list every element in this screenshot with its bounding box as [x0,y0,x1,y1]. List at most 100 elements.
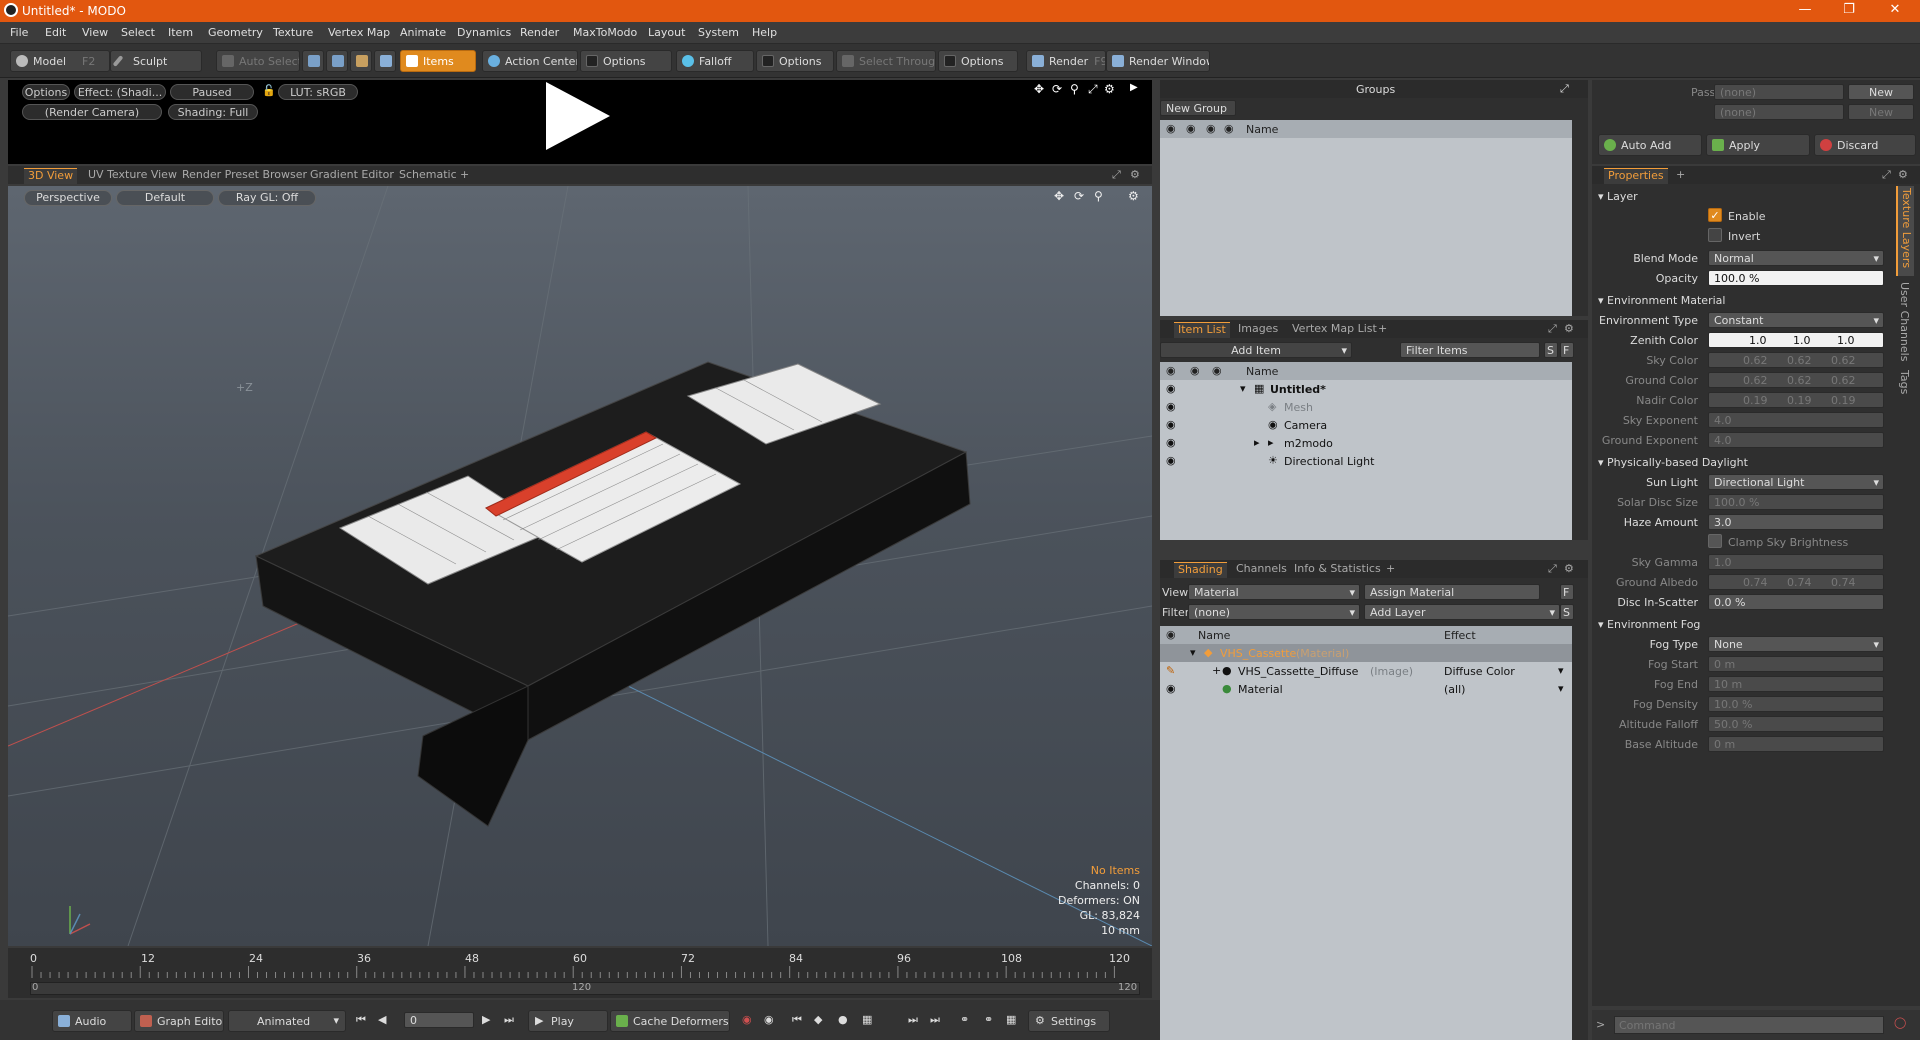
prev-key-icon[interactable]: ◀ [378,1013,386,1026]
add-tab-icon[interactable]: + [456,168,473,184]
shader-name-column[interactable]: Name [1198,629,1230,642]
render-preview[interactable]: Options Effect: (Shadi... Paused 🔓 LUT: … [8,80,1152,164]
render-button[interactable]: Render F9 [1026,50,1106,72]
close-icon[interactable]: ✕ [1880,2,1910,17]
key-mode-icon[interactable]: ▦ [862,1013,872,1026]
menu-select[interactable]: Select [121,26,155,39]
menu-layout[interactable]: Layout [648,26,685,39]
record-key-icon[interactable]: ◉ [742,1013,752,1026]
action-center-button[interactable]: Action Center [482,50,578,72]
list-item[interactable]: ◉ ◈ Mesh [1160,398,1572,416]
layer-section[interactable]: ▾ Layer [1598,190,1638,203]
disc-inscatter-field[interactable]: 0.0 % [1708,594,1884,610]
table-row[interactable]: ✎ + ● VHS_Cassette_Diffuse (Image) Diffu… [1160,662,1572,680]
add-tab-icon[interactable]: + [1374,322,1391,338]
record-icon[interactable]: ◯ [1894,1016,1906,1029]
lock-icon[interactable]: 🔓 [262,84,276,97]
altitude-falloff-field[interactable]: 50.0 % [1708,716,1884,732]
chevron-right-icon[interactable]: ▸ [1254,436,1260,449]
eye-icon[interactable]: ◉ [1166,682,1176,695]
play-icon[interactable] [546,82,610,150]
auto-select-button[interactable]: Auto Select [216,50,300,72]
tab-user-channels[interactable]: User Channels [1896,280,1914,364]
3d-viewport[interactable]: +Z Perspective Default Ray GL: Off ✥ ⟳ ⚲… [8,186,1152,946]
menu-texture[interactable]: Texture [273,26,313,39]
base-altitude-field[interactable]: 0 m [1708,736,1884,752]
auto-key-icon[interactable]: ◉ [764,1013,774,1026]
preview-effect-dropdown[interactable]: Effect: (Shadi... [74,84,166,100]
falloff-button[interactable]: Falloff [676,50,754,72]
new-pass-button[interactable]: New [1848,104,1914,120]
graph-editor-button[interactable]: Graph Editor [134,1010,224,1032]
link-icon[interactable]: ⚭ [960,1013,969,1026]
next-frame-icon[interactable]: ⏭ [908,1013,918,1027]
move-icon[interactable]: ✥ [1034,82,1044,96]
ground-color-field[interactable]: 0.62 0.62 0.62 [1708,372,1884,388]
go-end-icon[interactable]: ⏭ [504,1013,514,1027]
sculpt-button[interactable]: Sculpt [110,50,202,72]
minimize-icon[interactable]: — [1790,2,1820,17]
add-tab-icon[interactable]: + [1672,168,1689,184]
key-icon[interactable]: ◆ [814,1013,822,1026]
arrow-right-icon[interactable]: ▶ [1130,82,1138,93]
go-start-icon[interactable]: ⏮ [356,1013,366,1027]
nadir-color-field[interactable]: 0.19 0.19 0.19 [1708,392,1884,408]
maximize-icon[interactable]: ❐ [1834,2,1864,17]
shader-tree[interactable]: ◉ Name Effect ▾ ◆ VHS_Cassette (Material… [1160,626,1572,1040]
item-list[interactable]: ◉ ◉ ◉ Name ◉ ▾ ▦ Untitled* ◉ ◈ Mesh ◉ ◉ … [1160,362,1572,540]
vertices-mode-button[interactable] [302,50,324,72]
timeline[interactable]: 0 12 24 36 48 60 72 84 96 108 120 0 120 … [8,948,1152,998]
solar-disc-field[interactable]: 100.0 % [1708,494,1884,510]
sky-gamma-field[interactable]: 1.0 [1708,554,1884,570]
animated-dropdown[interactable]: Animated ▾ [228,1010,346,1032]
select-through-button[interactable]: Select Through [836,50,936,72]
fog-density-field[interactable]: 10.0 % [1708,696,1884,712]
list-item[interactable]: ◉ ☀ Directional Light [1160,452,1572,470]
menu-dynamics[interactable]: Dynamics [457,26,511,39]
filter-dropdown[interactable]: (none) ▾ [1188,604,1360,620]
menu-animate[interactable]: Animate [400,26,446,39]
menu-help[interactable]: Help [752,26,777,39]
enable-checkbox[interactable]: ✓ [1708,208,1722,222]
go-last-icon[interactable]: ⏭ [930,1013,940,1027]
new-pass-group-button[interactable]: New [1848,84,1914,100]
tab-info-statistics[interactable]: Info & Statistics [1290,562,1385,578]
add-tab-icon[interactable]: + [1382,562,1399,578]
haze-amount-field[interactable]: 3.0 [1708,514,1884,530]
expand-icon[interactable]: ⤢ [1878,168,1895,184]
s-button[interactable]: S [1544,342,1558,358]
tab-render-preset-browser[interactable]: Render Preset Browser [178,168,311,184]
add-layer-dropdown[interactable]: Add Layer ▾ [1364,604,1560,620]
ground-exponent-field[interactable]: 4.0 [1708,432,1884,448]
audio-button[interactable]: Audio [52,1010,132,1032]
shader-effect-column[interactable]: Effect [1444,629,1476,642]
expand-plus-icon[interactable]: + [1212,664,1221,677]
environment-fog-section[interactable]: ▾ Environment Fog [1598,618,1700,631]
apply-button[interactable]: Apply [1706,134,1810,156]
default-style-dropdown[interactable]: Default [116,190,214,206]
add-item-dropdown[interactable]: Add Item ▾ [1160,342,1352,358]
menu-geometry[interactable]: Geometry [208,26,263,39]
zoom-icon[interactable]: ⚲ [1094,189,1103,203]
discard-button[interactable]: Discard [1814,134,1916,156]
zenith-color-field[interactable]: 1.0 1.0 1.0 [1708,332,1884,348]
passes-dropdown[interactable]: (none) [1714,104,1844,120]
snap-icon[interactable]: ⚭ [984,1013,993,1026]
eye-icon[interactable]: ◉ [1166,400,1176,413]
row-effect[interactable]: (all) [1444,683,1465,696]
gear-icon[interactable]: ⚙ [1894,168,1912,184]
expand-icon[interactable]: ⤢ [1108,168,1125,184]
move-icon[interactable]: ✥ [1054,189,1064,203]
tab-shading[interactable]: Shading [1174,562,1227,578]
preview-lut-dropdown[interactable]: LUT: sRGB [278,84,358,100]
opacity-field[interactable]: 100.0 % [1708,270,1884,286]
blend-mode-dropdown[interactable]: Normal ▾ [1708,250,1884,266]
preview-options-button[interactable]: Options [22,84,70,100]
auto-add-button[interactable]: Auto Add [1598,134,1702,156]
groups-name-column[interactable]: Name [1246,123,1278,136]
render-window-button[interactable]: Render Window [1106,50,1210,72]
menu-item[interactable]: Item [168,26,193,39]
menu-view[interactable]: View [82,26,108,39]
menu-vertex-map[interactable]: Vertex Map [328,26,390,39]
brush-icon[interactable]: ✎ [1166,664,1175,677]
